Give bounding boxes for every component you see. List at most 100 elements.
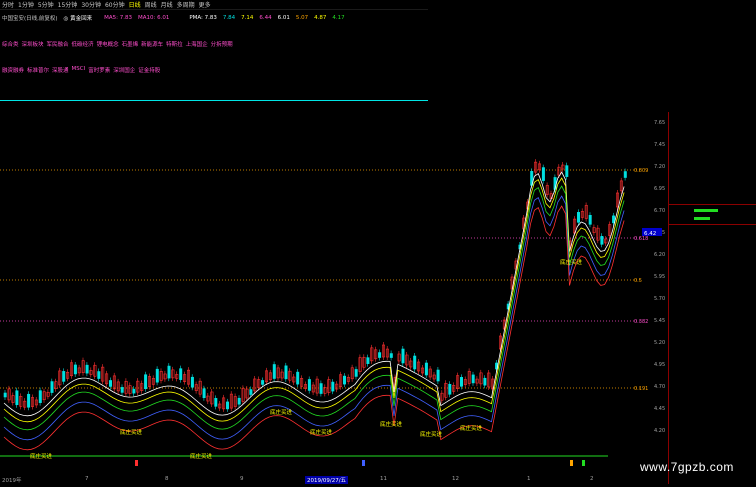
candle-body [459,377,463,387]
date-label: 2019年 [2,478,22,484]
period-tab-7[interactable]: 周线 [145,0,157,9]
candle-body [202,388,206,399]
tick-row [669,277,756,286]
period-tab-0[interactable]: 分时 [2,0,14,9]
quote-row [669,112,756,120]
signal-label: 底庄买进 [460,424,483,432]
period-tab-4[interactable]: 30分钟 [81,0,101,9]
concept-tags-2: 融资融券 标准普尔 深股通 MSCI 富时罗素 深圳国企 证金持股 [2,66,160,74]
concept-tag[interactable]: 证金持股 [138,66,160,74]
date-label-selected: 2019/09/27/五 [305,476,349,484]
quote-row [669,129,756,137]
tick-row [669,252,756,261]
cyan-divider [0,100,428,101]
price-tick-label: 6.70 [654,208,665,214]
date-label: 9 [240,476,244,482]
tick-row [669,234,756,243]
candle-body [132,388,136,394]
concept-tag[interactable]: 分拆预期 [211,40,233,48]
tick-row [669,337,756,346]
flow-separator [669,223,756,225]
candle-body [85,364,89,374]
fib-level-label: 0.382 [634,319,648,325]
period-tab-2[interactable]: 5分钟 [38,0,54,9]
ma10-label: MA10: 6.01 [137,14,170,21]
quote-row [669,145,756,153]
ma60-line [3,195,625,441]
period-tab-8[interactable]: 月线 [161,0,173,9]
tick-row [669,328,756,337]
period-tab-9[interactable]: 多周期 [177,0,195,9]
price-tick-label: 6.95 [654,186,665,192]
tick-row [669,226,756,235]
candle-body [190,376,194,388]
fuquan-label[interactable]: ◎ 黄金回来 [64,14,93,22]
price-tick-label: 7.20 [654,164,665,170]
candle-body [424,362,428,376]
flow-bar [694,217,710,221]
signal-label: 底庄买进 [30,452,53,460]
quote-row [669,137,756,145]
price-tick-label: 4.20 [654,428,665,434]
concept-tag[interactable]: 锂电概念 [97,40,119,48]
date-label: 1 [527,476,531,482]
concept-tag[interactable]: 富时罗素 [88,66,110,74]
concept-tag[interactable]: 融资融券 [2,66,24,74]
quote-row [669,195,756,203]
tick-row [669,320,756,329]
concept-tags: 综合类 深圳板块 军民融合 低碳经济 锂电概念 石墨烯 新能源车 特斯拉 上海国企 分拆预期 [2,40,233,48]
concept-tag[interactable]: 军民融合 [47,40,69,48]
candle-body [623,171,627,178]
concept-tag[interactable]: 深圳国企 [113,66,135,74]
candle-body [167,365,171,379]
concept-tag[interactable]: 深股通 [52,66,69,74]
tick-table [669,226,756,397]
volume-marker [362,460,365,466]
quote-row [669,153,756,161]
concept-tag[interactable]: 新能源车 [141,40,163,48]
concept-tag[interactable]: 特斯拉 [166,40,183,48]
tick-row [669,380,756,389]
ind-v7: 4.17 [332,14,345,21]
candle-body [401,348,405,364]
period-tab-3[interactable]: 15分钟 [58,0,78,9]
candle-body [120,387,124,393]
tick-row [669,294,756,303]
concept-tag[interactable]: 标准普尔 [27,66,49,74]
signal-label: 底庄买进 [270,408,293,416]
date-label: 7 [85,476,89,482]
candle-body [97,371,101,379]
ind-v3: 6.44 [259,14,272,21]
signal-label: 底庄买进 [560,258,583,266]
candle-body [50,381,54,393]
price-tick-label: 7.65 [654,120,665,126]
candle-body [331,381,335,392]
period-tab-10[interactable]: 更多 [199,0,211,9]
candle-body [261,380,265,385]
concept-tag[interactable]: 综合类 [2,40,19,48]
date-label: 12 [452,476,459,482]
period-tab-5[interactable]: 60分钟 [105,0,125,9]
candle-body [342,375,346,385]
fib-level-label: 0.5 [634,278,642,284]
concept-tag[interactable]: 深圳板块 [22,40,44,48]
flow-row [669,206,756,214]
period-tab-6[interactable]: 日线 [129,0,141,9]
volume-marker [570,460,573,466]
signal-label: 底庄买进 [420,430,443,438]
concept-tag[interactable]: 上海国企 [186,40,208,48]
price-tick-label: 6.20 [654,252,665,258]
signal-label: 底庄买进 [190,452,213,460]
candle-body [448,383,452,395]
concept-tag[interactable]: 低碳经济 [72,40,94,48]
candle-body [27,393,31,408]
indicator-header: 中国宝安(日线,前复权) ◎ 黄金回来 MA5: 7.83 MA10: 6.01… [0,13,420,22]
flow-row [669,215,756,223]
concept-tag[interactable]: 石墨烯 [122,40,139,48]
candlestick-chart[interactable]: 0.8090.6180.50.3820.1917.657.457.206.956… [0,104,668,476]
period-toolbar: 分时 1分钟 5分钟 15分钟 30分钟 60分钟 日线 周线 月线 多周期 更多 [0,0,428,10]
concept-tag[interactable]: MSCI [72,66,86,74]
signal-label: 底庄买进 [120,428,143,436]
period-tab-1[interactable]: 1分钟 [18,0,34,9]
pma-label: PMA: 7.83 [189,14,217,21]
